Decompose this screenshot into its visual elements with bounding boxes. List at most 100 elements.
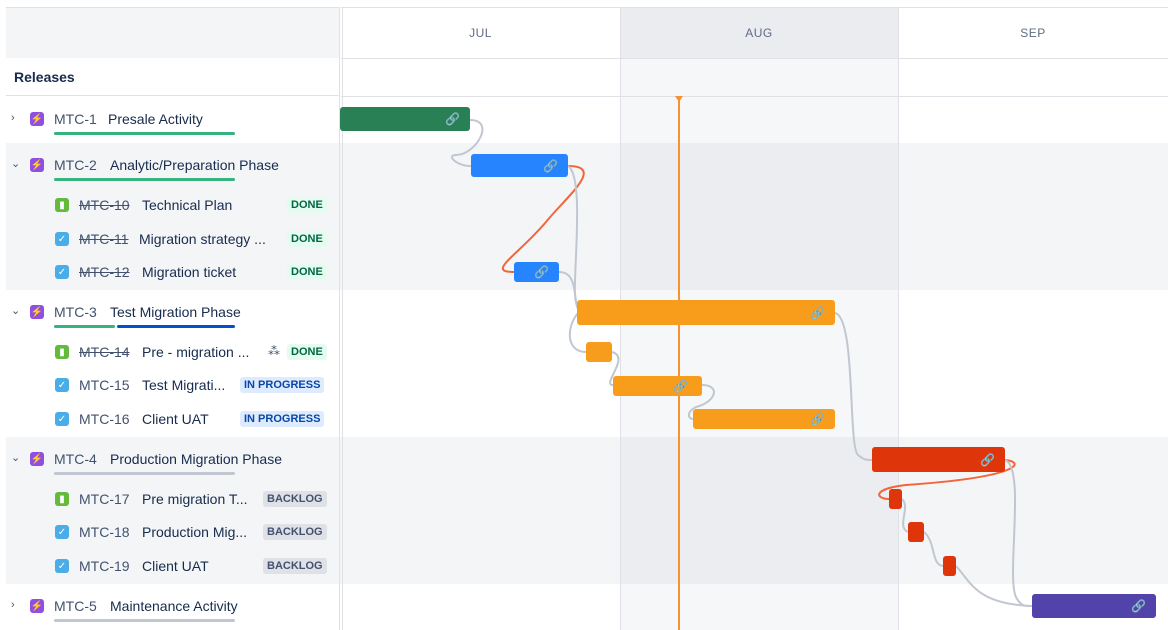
issue-title[interactable]: Migration strategy ... xyxy=(139,231,285,247)
issue-row-mtc10[interactable]: ▮ MTC-10 Technical Plan DONE xyxy=(6,189,339,222)
timeline-header: JUL AUG SEP xyxy=(341,7,1168,59)
expand-chevron-icon[interactable]: › xyxy=(11,113,21,124)
issue-title[interactable]: Presale Activity xyxy=(108,111,203,127)
bar-mtc14[interactable] xyxy=(586,342,612,362)
today-marker-head xyxy=(675,96,683,102)
issue-key[interactable]: MTC-18 xyxy=(79,524,130,540)
issue-key[interactable]: MTC-11 xyxy=(79,231,129,247)
status-badge: DONE xyxy=(287,231,327,247)
issue-title[interactable]: Maintenance Activity xyxy=(110,598,238,614)
issue-title[interactable]: Pre migration T... xyxy=(142,491,260,507)
issue-key[interactable]: MTC-19 xyxy=(79,558,130,574)
issue-row-mtc12[interactable]: ✓ MTC-12 Migration ticket DONE xyxy=(6,256,339,289)
link-icon[interactable]: 🔗 xyxy=(534,266,549,278)
issue-row-mtc14[interactable]: ▮ MTC-14 Pre - migration ... ⁂ DONE xyxy=(6,336,339,369)
status-badge: BACKLOG xyxy=(263,524,327,540)
issue-row-mtc11[interactable]: ✓ MTC-11 Migration strategy ... DONE xyxy=(6,223,339,256)
issue-key[interactable]: MTC-12 xyxy=(79,264,130,280)
link-icon[interactable]: 🔗 xyxy=(673,380,688,392)
bar-mtc17[interactable] xyxy=(889,489,902,509)
issue-title[interactable]: Pre - migration ... xyxy=(142,344,264,360)
hierarchy-icon: ⁂ xyxy=(268,344,280,358)
bar-mtc15[interactable]: 🔗 xyxy=(613,376,702,396)
lightning-icon: ⚡ xyxy=(30,452,44,466)
issue-title[interactable]: Test Migration Phase xyxy=(110,304,241,320)
bookmark-icon: ▮ xyxy=(55,492,69,506)
bar-mtc3[interactable]: 🔗 xyxy=(577,300,835,325)
issue-row-mtc19[interactable]: ✓ MTC-19 Client UAT BACKLOG xyxy=(6,550,339,583)
left-pane-header xyxy=(6,7,339,59)
issue-key[interactable]: MTC-4 xyxy=(54,451,97,467)
lightning-icon: ⚡ xyxy=(30,599,44,613)
epic-row-mtc2[interactable]: ⌄ ⚡ MTC-2 Analytic/Preparation Phase xyxy=(6,149,339,182)
checkbox-icon: ✓ xyxy=(55,378,69,392)
status-badge: DONE xyxy=(287,344,327,360)
link-icon[interactable]: 🔗 xyxy=(810,413,825,425)
checkbox-icon: ✓ xyxy=(55,412,69,426)
progress-bar xyxy=(54,619,235,622)
checkbox-icon: ✓ xyxy=(55,232,69,246)
progress-bar-done xyxy=(54,325,115,328)
month-sep: SEP xyxy=(1020,26,1046,40)
issue-key[interactable]: MTC-17 xyxy=(79,491,130,507)
bar-mtc16[interactable]: 🔗 xyxy=(693,409,835,429)
issue-title[interactable]: Analytic/Preparation Phase xyxy=(110,157,279,173)
status-badge: DONE xyxy=(287,264,327,280)
lightning-icon: ⚡ xyxy=(30,158,44,172)
status-badge: IN PROGRESS xyxy=(240,377,325,393)
pane-divider[interactable] xyxy=(339,7,340,630)
issue-title[interactable]: Migration ticket xyxy=(142,264,282,280)
issue-key[interactable]: MTC-10 xyxy=(79,197,130,213)
bar-mtc19[interactable] xyxy=(943,556,956,576)
collapse-chevron-icon[interactable]: ⌄ xyxy=(11,159,21,170)
bookmark-icon: ▮ xyxy=(55,345,69,359)
bar-mtc1[interactable]: 🔗 xyxy=(340,107,470,131)
link-icon[interactable]: 🔗 xyxy=(543,160,558,172)
issue-title[interactable]: Test Migrati... xyxy=(142,377,238,393)
issue-key[interactable]: MTC-3 xyxy=(54,304,97,320)
status-badge: BACKLOG xyxy=(263,558,327,574)
issue-key[interactable]: MTC-15 xyxy=(79,377,130,393)
epic-row-mtc1[interactable]: › ⚡ MTC-1 Presale Activity xyxy=(6,103,339,136)
epic-row-mtc5[interactable]: › ⚡ MTC-5 Maintenance Activity xyxy=(6,590,339,623)
bar-mtc5[interactable]: 🔗 xyxy=(1032,594,1156,618)
issue-row-mtc15[interactable]: ✓ MTC-15 Test Migrati... IN PROGRESS xyxy=(6,369,339,402)
lightning-icon: ⚡ xyxy=(30,305,44,319)
status-badge: IN PROGRESS xyxy=(240,411,325,427)
checkbox-icon: ✓ xyxy=(55,525,69,539)
epic-row-mtc3[interactable]: ⌄ ⚡ MTC-3 Test Migration Phase xyxy=(6,296,339,329)
progress-bar-inprogress xyxy=(117,325,235,328)
collapse-chevron-icon[interactable]: ⌄ xyxy=(11,306,21,317)
issue-title[interactable]: Client UAT xyxy=(142,411,238,427)
bar-mtc12[interactable]: 🔗 xyxy=(514,262,559,282)
issue-row-mtc17[interactable]: ▮ MTC-17 Pre migration T... BACKLOG xyxy=(6,483,339,516)
bookmark-icon: ▮ xyxy=(55,198,69,212)
issue-key[interactable]: MTC-14 xyxy=(79,344,130,360)
issue-title[interactable]: Production Mig... xyxy=(142,524,260,540)
link-icon[interactable]: 🔗 xyxy=(810,307,825,319)
issue-row-mtc16[interactable]: ✓ MTC-16 Client UAT IN PROGRESS xyxy=(6,403,339,436)
checkbox-icon: ✓ xyxy=(55,559,69,573)
issue-title[interactable]: Technical Plan xyxy=(142,197,282,213)
issue-key[interactable]: MTC-5 xyxy=(54,598,97,614)
releases-row[interactable]: Releases xyxy=(6,58,339,96)
bar-mtc18[interactable] xyxy=(908,522,924,542)
issue-title[interactable]: Production Migration Phase xyxy=(110,451,282,467)
issue-key[interactable]: MTC-1 xyxy=(54,111,97,127)
collapse-chevron-icon[interactable]: ⌄ xyxy=(11,453,21,464)
bar-mtc4[interactable]: 🔗 xyxy=(872,447,1005,472)
link-icon[interactable]: 🔗 xyxy=(445,113,460,125)
status-badge: DONE xyxy=(287,197,327,213)
issue-row-mtc18[interactable]: ✓ MTC-18 Production Mig... BACKLOG xyxy=(6,516,339,549)
today-marker xyxy=(678,96,680,630)
issue-key[interactable]: MTC-16 xyxy=(79,411,130,427)
link-icon[interactable]: 🔗 xyxy=(1131,600,1146,612)
issue-key[interactable]: MTC-2 xyxy=(54,157,97,173)
expand-chevron-icon[interactable]: › xyxy=(11,600,21,611)
epic-row-mtc4[interactable]: ⌄ ⚡ MTC-4 Production Migration Phase xyxy=(6,443,339,476)
bar-mtc2[interactable]: 🔗 xyxy=(471,154,568,177)
timeline-releases-lane xyxy=(341,58,1168,97)
month-jul: JUL xyxy=(469,26,492,40)
issue-title[interactable]: Client UAT xyxy=(142,558,260,574)
link-icon[interactable]: 🔗 xyxy=(980,454,995,466)
